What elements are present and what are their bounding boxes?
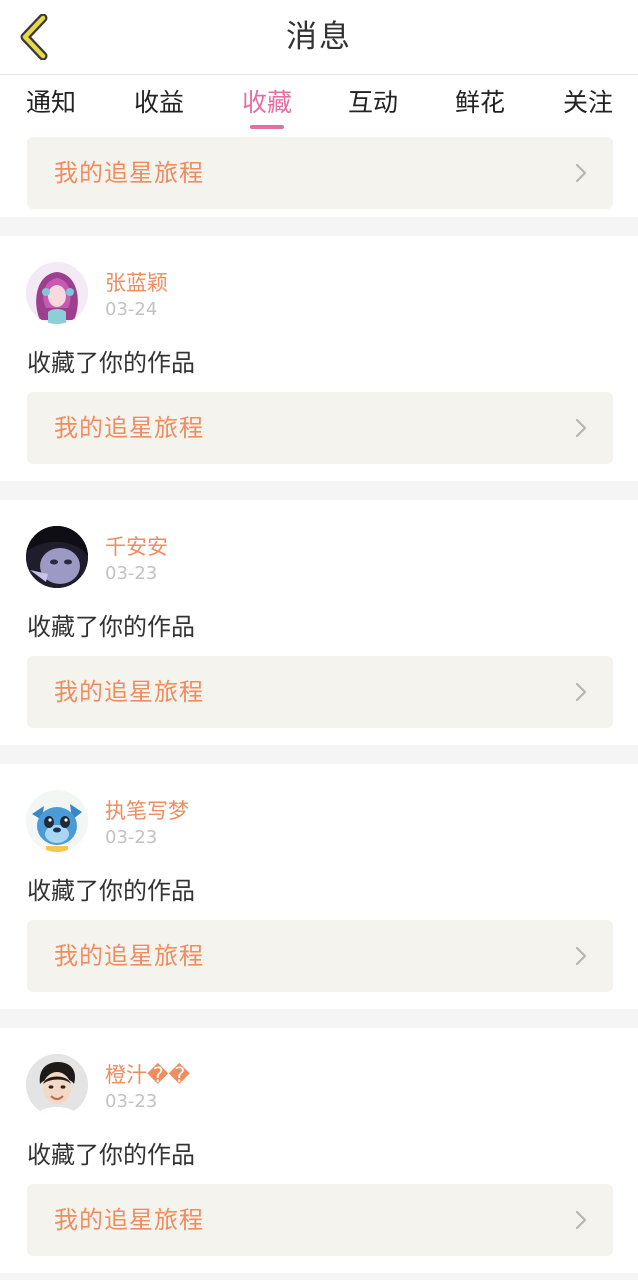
notification-action-text: 收藏了你的作品 (27, 1141, 195, 1169)
work-link[interactable]: 我的追星旅程 (27, 920, 613, 992)
user-avatar[interactable] (26, 526, 88, 588)
tab-favorites[interactable]: 收藏 (222, 75, 312, 137)
user-name[interactable]: 执笔写梦 (105, 795, 189, 825)
notification-action-text: 收藏了你的作品 (27, 349, 195, 377)
tab-bar: 通知 收益 收藏 互动 鲜花 关注 (0, 75, 638, 137)
notification-card: 橙汁�� 03-23 收藏了你的作品 我的追星旅程 (0, 1028, 638, 1273)
notification-date: 03-23 (105, 1091, 158, 1112)
work-link[interactable]: 我的追星旅程 (27, 656, 613, 728)
avatar-boy-photo-icon (26, 1054, 88, 1116)
notification-card: 执笔写梦 03-23 收藏了你的作品 我的追星旅程 (0, 764, 638, 1009)
user-avatar[interactable] (26, 262, 88, 324)
tab-following[interactable]: 关注 (543, 75, 633, 137)
avatar-dark-photo-girl-icon (26, 526, 88, 588)
work-link-title: 我的追星旅程 (54, 942, 204, 970)
user-avatar[interactable] (26, 1054, 88, 1116)
tab-label: 收藏 (241, 88, 292, 117)
page: 消息 通知 收益 收藏 互动 鲜花 关注 我的追星旅程 张蓝颖 03-24 收藏… (0, 0, 638, 1280)
chevron-right-icon (575, 418, 587, 438)
work-link-title: 我的追星旅程 (54, 414, 204, 442)
work-link[interactable]: 我的追星旅程 (27, 1184, 613, 1256)
tab-flowers[interactable]: 鲜花 (435, 75, 525, 137)
notification-date: 03-23 (105, 827, 158, 848)
tab-label: 鲜花 (454, 88, 505, 117)
work-link-title: 我的追星旅程 (54, 1206, 204, 1234)
tab-label: 通知 (25, 88, 76, 117)
chevron-right-icon (575, 1210, 587, 1230)
navigation-bar: 消息 (0, 0, 638, 75)
tab-label: 互动 (347, 88, 398, 117)
work-link-title: 我的追星旅程 (54, 678, 204, 706)
chevron-right-icon (575, 682, 587, 702)
user-avatar[interactable] (26, 790, 88, 852)
avatar-purple-haired-anime-girl-icon (26, 262, 88, 324)
tab-interactions[interactable]: 互动 (328, 75, 418, 137)
work-link-title: 我的追星旅程 (54, 159, 204, 187)
work-link[interactable]: 我的追星旅程 (27, 392, 613, 464)
notification-card: 张蓝颖 03-24 收藏了你的作品 我的追星旅程 (0, 236, 638, 481)
notification-card: 千安安 03-23 收藏了你的作品 我的追星旅程 (0, 500, 638, 745)
tab-label: 收益 (133, 88, 184, 117)
notification-date: 03-23 (105, 563, 158, 584)
tab-label: 关注 (562, 88, 613, 117)
tab-notice[interactable]: 通知 (6, 75, 96, 137)
notification-date: 03-24 (105, 299, 158, 320)
user-name[interactable]: 橙汁�� (105, 1059, 190, 1089)
page-title: 消息 (286, 19, 352, 55)
notification-action-text: 收藏了你的作品 (27, 613, 195, 641)
notification-action-text: 收藏了你的作品 (27, 877, 195, 905)
notification-card: 我的追星旅程 (0, 137, 638, 217)
chevron-right-icon (575, 163, 587, 183)
tab-earnings[interactable]: 收益 (114, 75, 204, 137)
avatar-blue-cartoon-creature-icon (26, 790, 88, 852)
active-tab-indicator (250, 125, 284, 129)
user-name[interactable]: 千安安 (105, 531, 168, 561)
user-name[interactable]: 张蓝颖 (105, 267, 168, 297)
work-link[interactable]: 我的追星旅程 (27, 137, 613, 209)
chevron-right-icon (575, 946, 587, 966)
